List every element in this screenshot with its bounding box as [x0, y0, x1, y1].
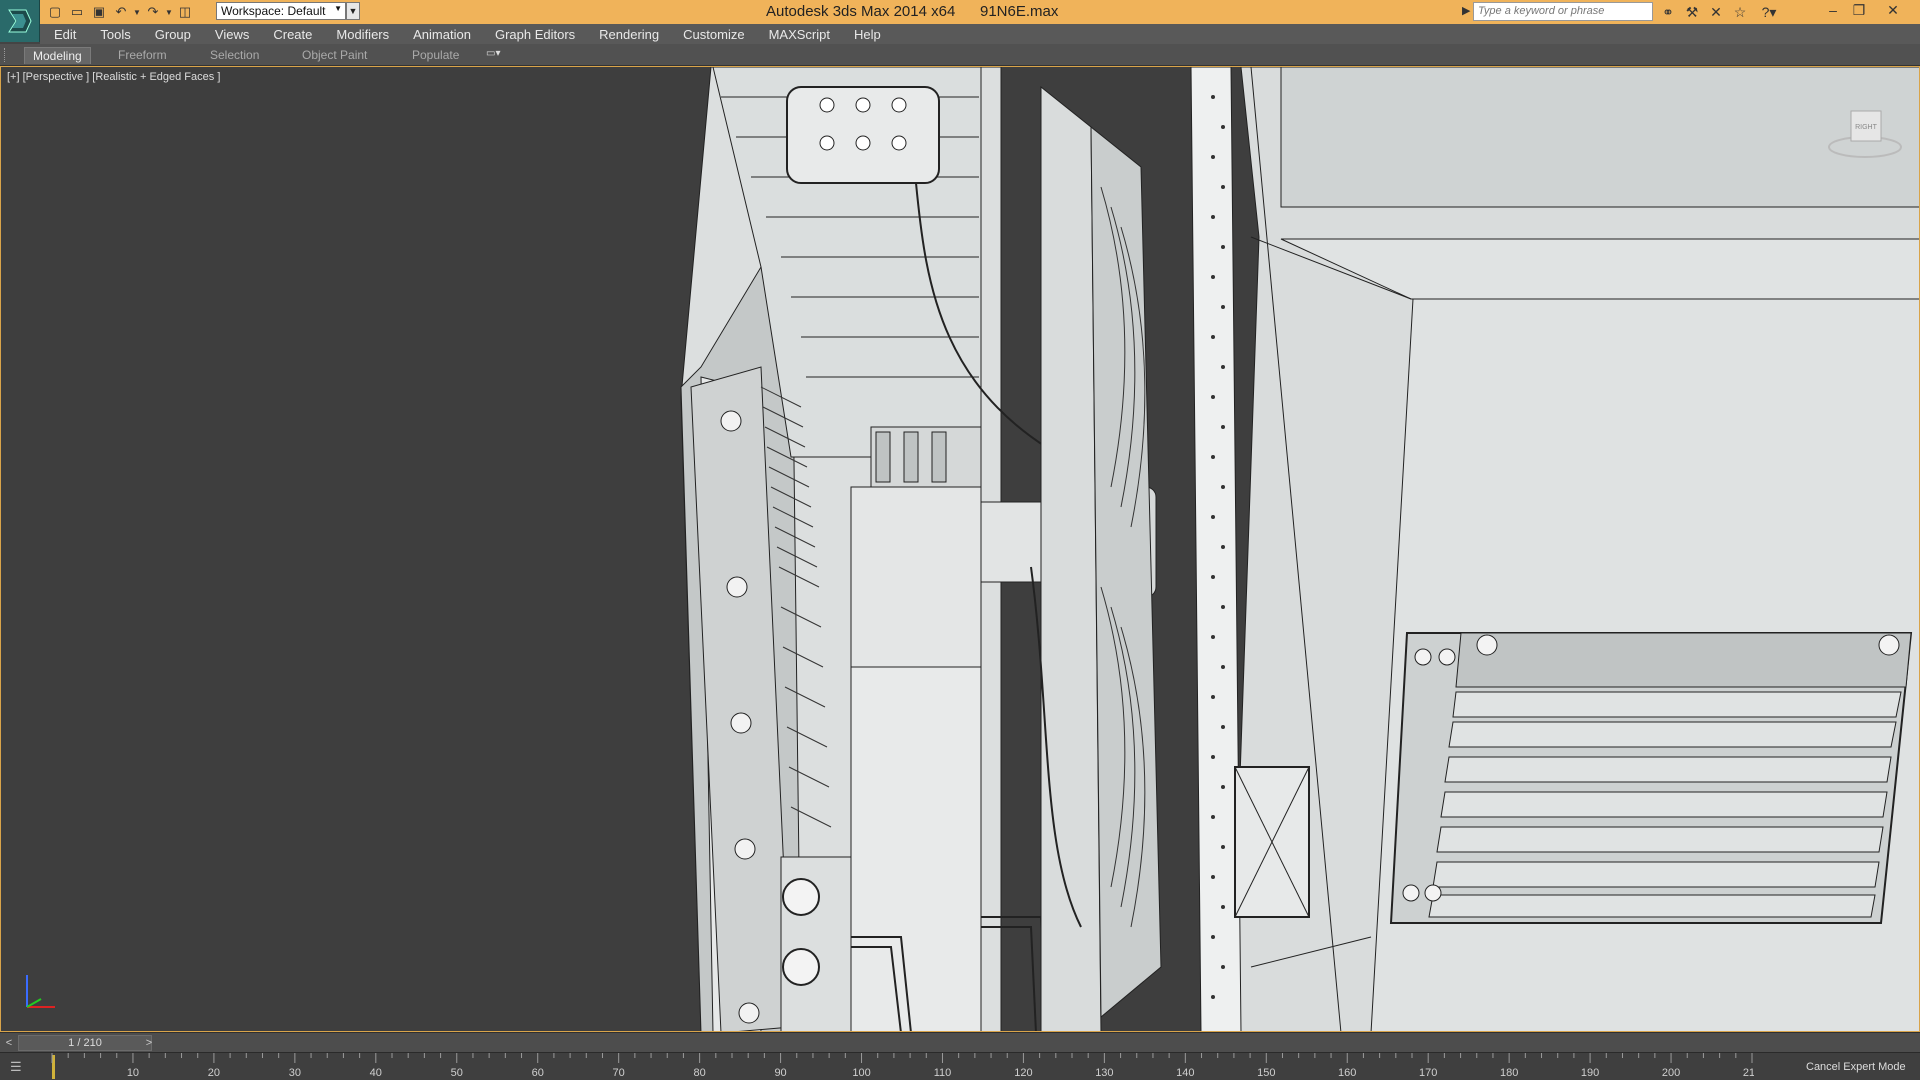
- tab-freeform[interactable]: Freeform: [110, 47, 175, 64]
- cancel-expert-mode-button[interactable]: Cancel Expert Mode: [1806, 1061, 1906, 1073]
- ruler-tick-label: 170: [1419, 1067, 1437, 1079]
- menu-modifiers[interactable]: Modifiers: [336, 27, 389, 42]
- workspace-label: Workspace: Default: [221, 4, 326, 18]
- ruler-tick-label: 110: [934, 1067, 952, 1079]
- ruler-tick-label: 160: [1338, 1067, 1356, 1079]
- tools-icon[interactable]: ⚒: [1680, 2, 1704, 22]
- ruler-tick-label: 150: [1257, 1067, 1275, 1079]
- binoculars-icon[interactable]: ⚭: [1656, 2, 1680, 22]
- ruler-tick-label: 120: [1014, 1067, 1032, 1079]
- keyword-search-input[interactable]: Type a keyword or phrase: [1473, 2, 1653, 21]
- ruler-tick-label: 40: [370, 1067, 382, 1079]
- ruler-tick-label: 190: [1581, 1067, 1599, 1079]
- app-title: Autodesk 3ds Max 2014 x64: [766, 3, 956, 20]
- menu-bar: Edit Tools Group Views Create Modifiers …: [40, 24, 1920, 44]
- undo-dropdown-icon[interactable]: ▼: [132, 2, 142, 22]
- ruler-tick-label: 130: [1095, 1067, 1113, 1079]
- redo-dropdown-icon[interactable]: ▼: [164, 2, 174, 22]
- perspective-viewport[interactable]: [+] [Perspective ] [Realistic + Edged Fa…: [0, 66, 1920, 1032]
- menu-edit[interactable]: Edit: [54, 27, 76, 42]
- ruler-tick-label: 20: [208, 1067, 220, 1079]
- ruler-tick-label: 60: [532, 1067, 544, 1079]
- maximize-icon[interactable]: ❐: [1846, 0, 1872, 20]
- menu-group[interactable]: Group: [155, 27, 191, 42]
- workspace-dropdown[interactable]: Workspace: Default ▼: [216, 2, 346, 20]
- menu-customize[interactable]: Customize: [683, 27, 744, 42]
- menu-views[interactable]: Views: [215, 27, 249, 42]
- time-next-button[interactable]: >: [142, 1036, 156, 1050]
- undo-icon[interactable]: ↶: [110, 2, 132, 22]
- save-icon[interactable]: ▣: [88, 2, 110, 22]
- title-bar: ▢ ▭ ▣ ↶ ▼ ↷ ▼ ◫ Workspace: Default ▼ ▼ A…: [0, 0, 1920, 24]
- customize-quick-access-button[interactable]: ▼: [346, 2, 360, 20]
- redo-icon[interactable]: ↷: [142, 2, 164, 22]
- infocenter-toolbar: ⚭ ⚒ ✕ ☆ ?▾: [1656, 2, 1786, 22]
- tab-populate[interactable]: Populate: [404, 47, 467, 64]
- mini-curve-editor-icon[interactable]: ☰: [10, 1059, 32, 1075]
- ruler-tick-label: 50: [451, 1067, 463, 1079]
- ribbon-tabs: Modeling Freeform Selection Object Paint…: [0, 44, 1920, 66]
- ruler-tick-label: 200: [1662, 1067, 1680, 1079]
- viewcube-face-label: RIGHT: [1855, 124, 1878, 131]
- menu-create[interactable]: Create: [273, 27, 312, 42]
- ribbon-minimize-toggle-icon[interactable]: ▭▾: [486, 48, 512, 62]
- ruler-tick-label: 80: [693, 1067, 705, 1079]
- ruler-tick-label: 180: [1500, 1067, 1518, 1079]
- help-icon[interactable]: ?▾: [1752, 2, 1786, 22]
- frame-ruler[interactable]: 10 20 30 40 50 60 70 80 90 100 110 120 130 140 150 160 1…: [44, 1053, 1754, 1080]
- ruler-tick-label: 90: [774, 1067, 786, 1079]
- favorites-icon[interactable]: ☆: [1728, 2, 1752, 22]
- menu-rendering[interactable]: Rendering: [599, 27, 659, 42]
- viewcube-icon[interactable]: RIGHT: [1827, 99, 1905, 166]
- menu-maxscript[interactable]: MAXScript: [769, 27, 830, 42]
- project-icon[interactable]: ◫: [174, 2, 196, 22]
- ruler-tick-label: 100: [852, 1067, 870, 1079]
- chevron-down-icon: ▼: [334, 4, 342, 13]
- app-logo-icon[interactable]: [0, 0, 40, 42]
- menu-graph-editors[interactable]: Graph Editors: [495, 27, 575, 42]
- minimize-icon[interactable]: –: [1820, 0, 1846, 20]
- open-file-icon[interactable]: ▭: [66, 2, 88, 22]
- time-slider[interactable]: 1 / 210: [18, 1035, 152, 1051]
- ruler-tick-label: 70: [613, 1067, 625, 1079]
- axis-tripod-icon: [26, 975, 55, 1008]
- close-icon[interactable]: ✕: [1880, 0, 1906, 20]
- communication-icon[interactable]: ✕: [1704, 2, 1728, 22]
- trackbar: ☰ 10 20 30 40 50 60 70 80 90 100 110 120 130 140 150 16…: [0, 1052, 1920, 1080]
- ruler-tick-label: 30: [289, 1067, 301, 1079]
- time-slider-bar: < 1 / 210 >: [0, 1032, 1920, 1052]
- ruler-tick-label: 140: [1176, 1067, 1194, 1079]
- new-file-icon[interactable]: ▢: [44, 2, 66, 22]
- menu-animation[interactable]: Animation: [413, 27, 471, 42]
- tab-selection[interactable]: Selection: [202, 47, 267, 64]
- scene-render: [680, 67, 1919, 1031]
- ribbon-grip[interactable]: [4, 48, 8, 62]
- ruler-tick-label: 210: [1743, 1067, 1754, 1079]
- time-prev-button[interactable]: <: [2, 1036, 16, 1050]
- infocenter-icon[interactable]: ▶: [1462, 4, 1470, 17]
- menu-help[interactable]: Help: [854, 27, 881, 42]
- menu-tools[interactable]: Tools: [100, 27, 130, 42]
- quick-access-toolbar: ▢ ▭ ▣ ↶ ▼ ↷ ▼ ◫: [44, 2, 196, 22]
- viewport-label[interactable]: [+] [Perspective ] [Realistic + Edged Fa…: [7, 71, 220, 83]
- tab-object-paint[interactable]: Object Paint: [294, 47, 375, 64]
- file-name: 91N6E.max: [980, 3, 1059, 20]
- tab-modeling[interactable]: Modeling: [24, 47, 91, 64]
- ruler-tick-label: 10: [127, 1067, 139, 1079]
- frame-display: 1 / 210: [68, 1037, 102, 1049]
